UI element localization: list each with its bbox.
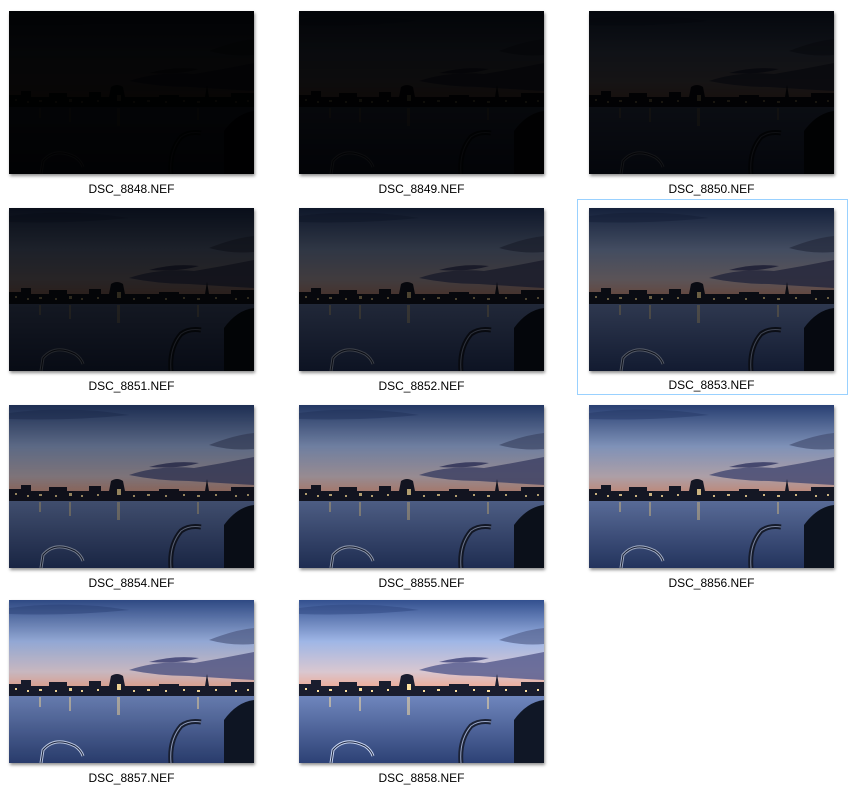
file-item-dsc-8858-nef[interactable]: DSC_8858.NEF bbox=[298, 599, 588, 795]
file-name-label: DSC_8857.NEF bbox=[88, 771, 175, 785]
night-cityscape-thumbnail-image bbox=[299, 208, 544, 371]
thumbnail bbox=[9, 208, 254, 371]
thumbnail bbox=[299, 600, 544, 763]
file-item-dsc-8849-nef[interactable]: DSC_8849.NEF bbox=[298, 10, 588, 206]
night-cityscape-thumbnail-image bbox=[9, 208, 254, 371]
thumbnail bbox=[9, 11, 254, 174]
night-cityscape-thumbnail-image bbox=[299, 600, 544, 763]
night-cityscape-thumbnail-image bbox=[589, 405, 834, 568]
thumbnail bbox=[9, 600, 254, 763]
file-item-dsc-8854-nef[interactable]: DSC_8854.NEF bbox=[8, 404, 298, 600]
file-name-label: DSC_8855.NEF bbox=[378, 576, 465, 590]
file-item-dsc-8855-nef[interactable]: DSC_8855.NEF bbox=[298, 404, 588, 600]
night-cityscape-thumbnail-image bbox=[9, 600, 254, 763]
thumbnail bbox=[589, 208, 834, 371]
thumbnail bbox=[299, 405, 544, 568]
thumbnail bbox=[589, 405, 834, 568]
file-name-label: DSC_8858.NEF bbox=[378, 771, 465, 785]
night-cityscape-thumbnail-image bbox=[589, 11, 834, 174]
thumbnail bbox=[589, 11, 834, 174]
file-name-label: DSC_8854.NEF bbox=[88, 576, 175, 590]
night-cityscape-thumbnail-image bbox=[9, 405, 254, 568]
file-name-label: DSC_8849.NEF bbox=[378, 182, 465, 196]
file-item-dsc-8850-nef[interactable]: DSC_8850.NEF bbox=[588, 10, 855, 206]
file-item-dsc-8848-nef[interactable]: DSC_8848.NEF bbox=[8, 10, 298, 206]
file-name-label: DSC_8856.NEF bbox=[668, 576, 755, 590]
file-name-label: DSC_8851.NEF bbox=[88, 379, 175, 393]
night-cityscape-thumbnail-image bbox=[299, 11, 544, 174]
thumbnail bbox=[299, 208, 544, 371]
file-item-dsc-8857-nef[interactable]: DSC_8857.NEF bbox=[8, 599, 298, 795]
file-item-dsc-8856-nef[interactable]: DSC_8856.NEF bbox=[588, 404, 855, 600]
file-item-dsc-8851-nef[interactable]: DSC_8851.NEF bbox=[8, 207, 298, 403]
file-name-label: DSC_8853.NEF bbox=[668, 378, 755, 392]
file-name-label: DSC_8850.NEF bbox=[668, 182, 755, 196]
night-cityscape-thumbnail-image bbox=[299, 405, 544, 568]
file-item-dsc-8853-nef[interactable]: DSC_8853.NEF bbox=[577, 199, 848, 395]
night-cityscape-thumbnail-image bbox=[589, 208, 834, 371]
night-cityscape-thumbnail-image bbox=[9, 11, 254, 174]
file-name-label: DSC_8852.NEF bbox=[378, 379, 465, 393]
file-item-dsc-8852-nef[interactable]: DSC_8852.NEF bbox=[298, 207, 588, 403]
thumbnail bbox=[299, 11, 544, 174]
file-name-label: DSC_8848.NEF bbox=[88, 182, 175, 196]
thumbnail bbox=[9, 405, 254, 568]
